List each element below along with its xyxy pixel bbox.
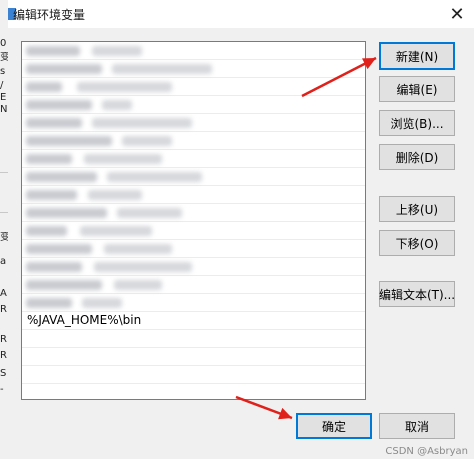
watermark: CSDN @Asbryan — [385, 446, 468, 457]
annotation-arrows — [235, 56, 377, 420]
arrow-to-new-button — [301, 56, 377, 98]
arrow-to-ok-button — [235, 395, 293, 420]
